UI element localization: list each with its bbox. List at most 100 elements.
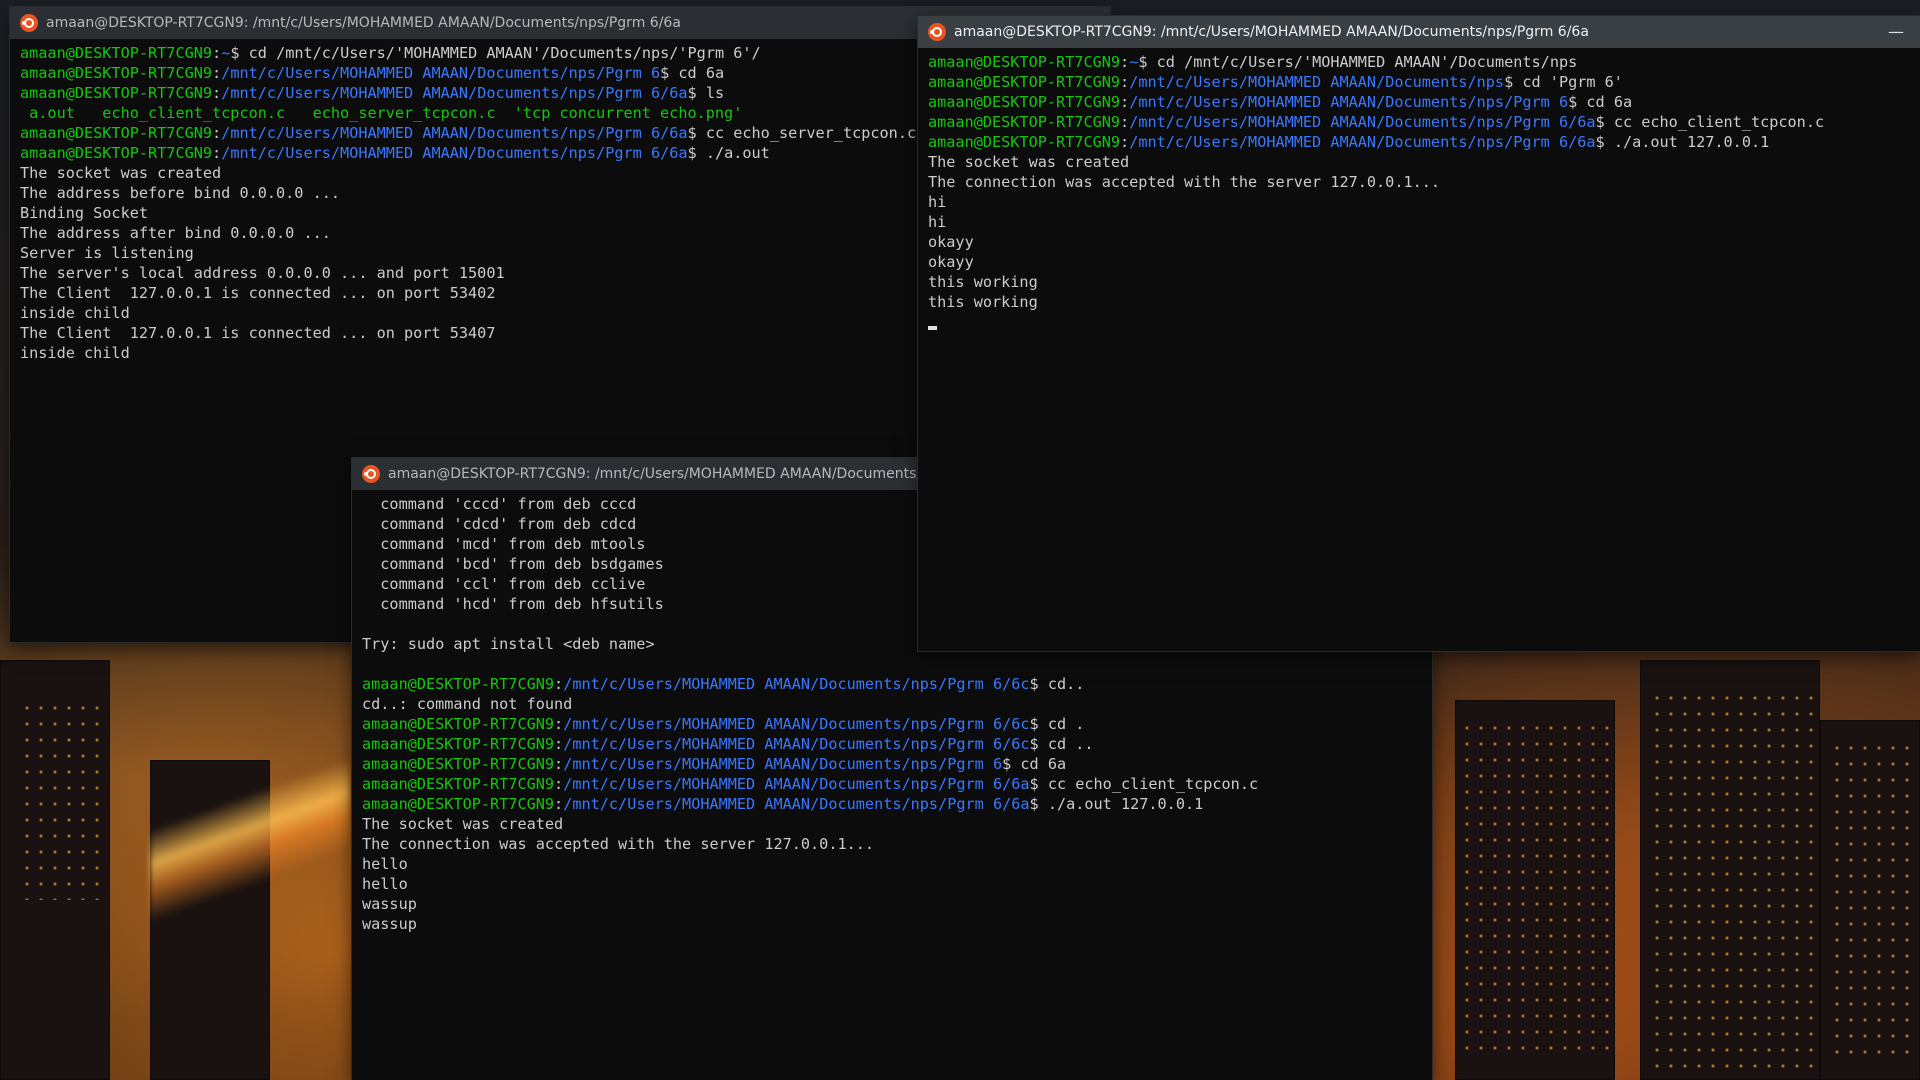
text-cursor <box>928 326 937 330</box>
prompt-separator: : <box>212 144 222 162</box>
output-text: The address after bind 0.0.0.0 ... <box>20 224 331 242</box>
prompt-dollar: $ <box>687 144 706 162</box>
command-text: cc echo_client_tcpcon.c <box>1047 775 1259 793</box>
prompt-dollar: $ <box>230 44 249 62</box>
wallpaper-road-glow <box>150 760 350 920</box>
ubuntu-icon <box>362 465 380 483</box>
prompt-user: amaan@DESKTOP-RT7CGN9 <box>362 735 555 753</box>
terminal-line: amaan@DESKTOP-RT7CGN9:/mnt/c/Users/MOHAM… <box>928 132 1910 152</box>
window-title: amaan@DESKTOP-RT7CGN9: /mnt/c/Users/MOHA… <box>388 466 930 482</box>
terminal-line: wassup <box>362 914 1422 934</box>
output-text: hello <box>362 875 408 893</box>
prompt-dollar: $ <box>1029 775 1048 793</box>
output-text: The address before bind 0.0.0.0 ... <box>20 184 341 202</box>
prompt-dollar: $ <box>687 84 706 102</box>
client1-terminal-window[interactable]: amaan@DESKTOP-RT7CGN9: /mnt/c/Users/MOHA… <box>918 16 1920 651</box>
prompt-path: /mnt/c/Users/MOHAMMED AMAAN/Documents/np… <box>563 675 1030 693</box>
command-text: cd 6a <box>678 64 725 82</box>
output-text: inside child <box>20 304 130 322</box>
client1-terminal-titlebar[interactable]: amaan@DESKTOP-RT7CGN9: /mnt/c/Users/MOHA… <box>918 16 1920 48</box>
prompt-dollar: $ <box>1002 755 1021 773</box>
prompt-path: /mnt/c/Users/MOHAMMED AMAAN/Documents/np… <box>563 735 1030 753</box>
output-text: The server's local address 0.0.0.0 ... a… <box>20 264 505 282</box>
terminal-line: The connection was accepted with the ser… <box>362 834 1422 854</box>
output-text: inside child <box>20 344 130 362</box>
prompt-user: amaan@DESKTOP-RT7CGN9 <box>20 64 213 82</box>
output-text: command 'hcd' from deb hfsutils <box>362 595 664 613</box>
prompt-user: amaan@DESKTOP-RT7CGN9 <box>20 144 213 162</box>
prompt-separator: : <box>1120 53 1130 71</box>
prompt-dollar: $ <box>1029 795 1048 813</box>
prompt-path: /mnt/c/Users/MOHAMMED AMAAN/Documents/np… <box>1129 93 1569 111</box>
output-text: this working <box>928 293 1038 311</box>
terminal-line: amaan@DESKTOP-RT7CGN9:/mnt/c/Users/MOHAM… <box>362 734 1422 754</box>
prompt-user: amaan@DESKTOP-RT7CGN9 <box>362 755 555 773</box>
prompt-separator: : <box>554 755 564 773</box>
output-text: The socket was created <box>928 153 1130 171</box>
output-text: Try: sudo apt install <deb name> <box>362 635 655 653</box>
command-text: cd.. <box>1047 675 1085 693</box>
terminal-line: amaan@DESKTOP-RT7CGN9:/mnt/c/Users/MOHAM… <box>362 774 1422 794</box>
command-text: cd /mnt/c/Users/'MOHAMMED AMAAN'/Documen… <box>1156 53 1578 71</box>
terminal-line: amaan@DESKTOP-RT7CGN9:/mnt/c/Users/MOHAM… <box>928 92 1910 112</box>
command-text: cd 6a <box>1020 755 1067 773</box>
wallpaper-lights <box>1460 720 1610 1060</box>
command-text: cd . <box>1047 715 1085 733</box>
output-text: Server is listening <box>20 244 194 262</box>
prompt-user: amaan@DESKTOP-RT7CGN9 <box>362 795 555 813</box>
prompt-user: amaan@DESKTOP-RT7CGN9 <box>928 93 1121 111</box>
output-text: The Client 127.0.0.1 is connected ... on… <box>20 284 496 302</box>
terminal-line: The connection was accepted with the ser… <box>928 172 1910 192</box>
command-text: ls <box>705 84 725 102</box>
output-text: The connection was accepted with the ser… <box>928 173 1441 191</box>
prompt-dollar: $ <box>687 124 706 142</box>
prompt-separator: : <box>554 775 564 793</box>
command-text: cc echo_client_tcpcon.c <box>1613 113 1825 131</box>
terminal-line <box>928 312 1910 332</box>
prompt-separator: : <box>1120 73 1130 91</box>
terminal-line: The socket was created <box>928 152 1910 172</box>
output-text: wassup <box>362 915 417 933</box>
prompt-path: /mnt/c/Users/MOHAMMED AMAAN/Documents/np… <box>563 795 1030 813</box>
minimize-button[interactable]: — <box>1888 22 1904 41</box>
prompt-dollar: $ <box>1595 133 1614 151</box>
terminal-line: amaan@DESKTOP-RT7CGN9:/mnt/c/Users/MOHAM… <box>928 72 1910 92</box>
prompt-dollar: $ <box>1029 675 1048 693</box>
prompt-dollar: $ <box>1029 735 1048 753</box>
output-text: The socket was created <box>20 164 222 182</box>
output-text: The socket was created <box>362 815 564 833</box>
output-text: cd..: command not found <box>362 695 573 713</box>
terminal-line: this working <box>928 272 1910 292</box>
prompt-separator: : <box>1120 133 1130 151</box>
prompt-path: /mnt/c/Users/MOHAMMED AMAAN/Documents/np… <box>221 84 688 102</box>
window-title: amaan@DESKTOP-RT7CGN9: /mnt/c/Users/MOHA… <box>954 24 1589 40</box>
prompt-user: amaan@DESKTOP-RT7CGN9 <box>20 124 213 142</box>
output-text: okayy <box>928 253 974 271</box>
prompt-separator: : <box>554 795 564 813</box>
terminal-line: amaan@DESKTOP-RT7CGN9:/mnt/c/Users/MOHAM… <box>362 794 1422 814</box>
output-text: The Client 127.0.0.1 is connected ... on… <box>20 324 496 342</box>
prompt-user: amaan@DESKTOP-RT7CGN9 <box>362 715 555 733</box>
output-text: The connection was accepted with the ser… <box>362 835 875 853</box>
terminal-line: hello <box>362 854 1422 874</box>
prompt-dollar: $ <box>1595 113 1614 131</box>
prompt-dollar: $ <box>660 64 679 82</box>
prompt-user: amaan@DESKTOP-RT7CGN9 <box>928 133 1121 151</box>
output-text: command 'cdcd' from deb cdcd <box>362 515 637 533</box>
terminal-line: amaan@DESKTOP-RT7CGN9:~$ cd /mnt/c/Users… <box>928 52 1910 72</box>
prompt-dollar: $ <box>1138 53 1157 71</box>
terminal-line: amaan@DESKTOP-RT7CGN9:/mnt/c/Users/MOHAM… <box>362 674 1422 694</box>
prompt-user: amaan@DESKTOP-RT7CGN9 <box>362 675 555 693</box>
prompt-path: /mnt/c/Users/MOHAMMED AMAAN/Documents/np… <box>1129 73 1505 91</box>
ubuntu-icon <box>928 23 946 41</box>
ubuntu-icon <box>20 14 38 32</box>
command-text: cd .. <box>1047 735 1094 753</box>
prompt-user: amaan@DESKTOP-RT7CGN9 <box>928 53 1121 71</box>
prompt-path: /mnt/c/Users/MOHAMMED AMAAN/Documents/np… <box>563 755 1003 773</box>
command-text: cd 6a <box>1586 93 1633 111</box>
prompt-user: amaan@DESKTOP-RT7CGN9 <box>928 73 1121 91</box>
prompt-separator: : <box>1120 93 1130 111</box>
command-text: ./a.out 127.0.0.1 <box>1613 133 1770 151</box>
output-text: hi <box>928 193 947 211</box>
terminal-output[interactable]: amaan@DESKTOP-RT7CGN9:~$ cd /mnt/c/Users… <box>918 48 1920 336</box>
